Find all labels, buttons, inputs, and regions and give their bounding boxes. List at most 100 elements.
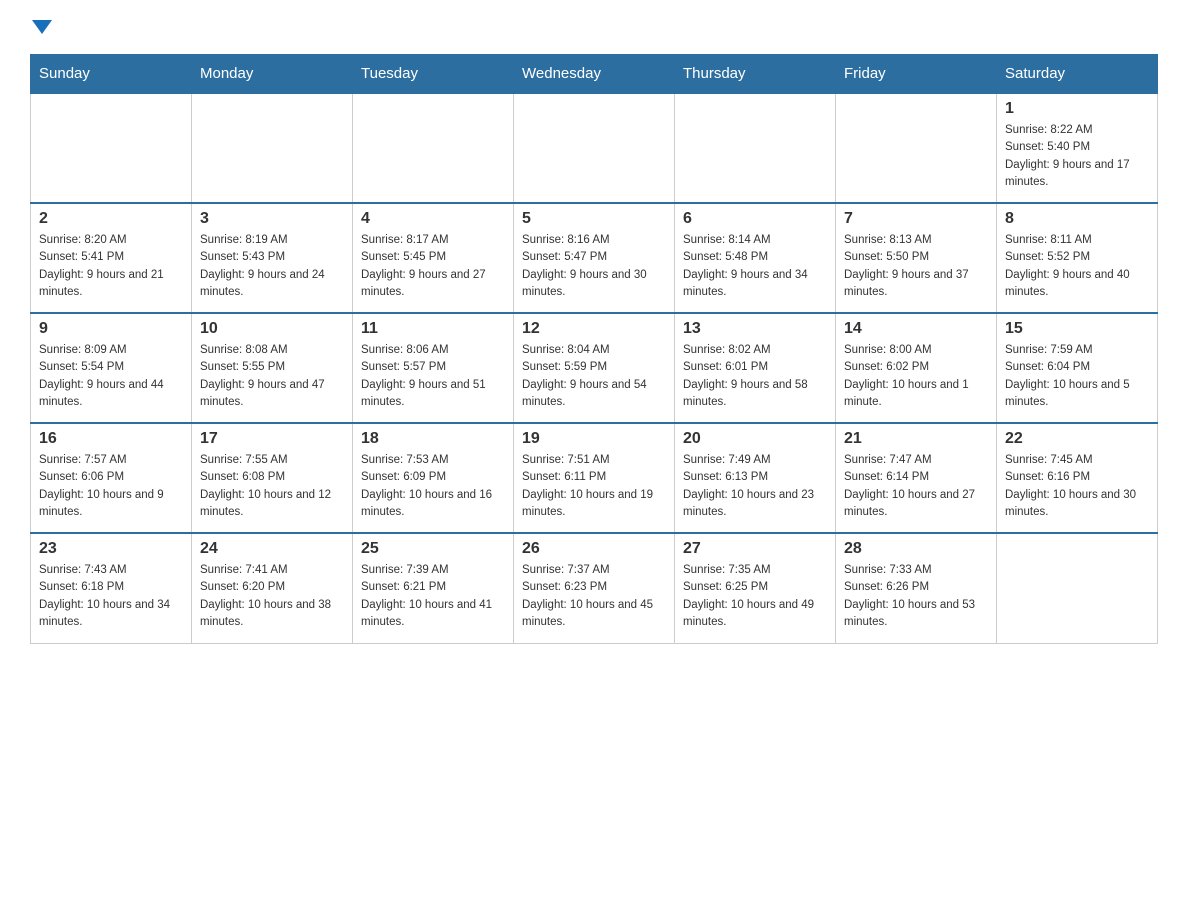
calendar-cell: 15 Sunrise: 7:59 AM Sunset: 6:04 PM Dayli…	[997, 313, 1158, 423]
day-number: 21	[844, 430, 988, 448]
day-info: Sunrise: 7:51 AM Sunset: 6:11 PM Dayligh…	[522, 452, 666, 521]
calendar-cell: 25 Sunrise: 7:39 AM Sunset: 6:21 PM Dayli…	[353, 533, 514, 643]
day-info: Sunrise: 8:08 AM Sunset: 5:55 PM Dayligh…	[200, 342, 344, 411]
day-number: 27	[683, 540, 827, 558]
day-info: Sunrise: 7:59 AM Sunset: 6:04 PM Dayligh…	[1005, 342, 1149, 411]
day-info: Sunrise: 7:35 AM Sunset: 6:25 PM Dayligh…	[683, 562, 827, 631]
day-info: Sunrise: 7:39 AM Sunset: 6:21 PM Dayligh…	[361, 562, 505, 631]
calendar-cell: 5 Sunrise: 8:16 AM Sunset: 5:47 PM Daylig…	[514, 203, 675, 313]
calendar-week-1: 1 Sunrise: 8:22 AM Sunset: 5:40 PM Daylig…	[31, 93, 1158, 203]
day-number: 11	[361, 320, 505, 338]
calendar-cell: 2 Sunrise: 8:20 AM Sunset: 5:41 PM Daylig…	[31, 203, 192, 313]
calendar-cell: 4Sunrise: 8:17 AM Sunset: 5:45 PM Daylig…	[353, 203, 514, 313]
day-info: Sunrise: 8:19 AM Sunset: 5:43 PM Dayligh…	[200, 232, 344, 301]
day-info: Sunrise: 8:17 AM Sunset: 5:45 PM Dayligh…	[361, 232, 505, 301]
day-info: Sunrise: 8:14 AM Sunset: 5:48 PM Dayligh…	[683, 232, 827, 301]
weekday-header-thursday: Thursday	[675, 55, 836, 94]
day-number: 6	[683, 210, 827, 228]
calendar-cell: 27 Sunrise: 7:35 AM Sunset: 6:25 PM Dayli…	[675, 533, 836, 643]
day-info: Sunrise: 7:33 AM Sunset: 6:26 PM Dayligh…	[844, 562, 988, 631]
calendar-cell: 14 Sunrise: 8:00 AM Sunset: 6:02 PM Dayli…	[836, 313, 997, 423]
calendar-cell: 6 Sunrise: 8:14 AM Sunset: 5:48 PM Daylig…	[675, 203, 836, 313]
day-info: Sunrise: 8:00 AM Sunset: 6:02 PM Dayligh…	[844, 342, 988, 411]
day-number: 24	[200, 540, 344, 558]
calendar-cell	[31, 93, 192, 203]
calendar-cell	[514, 93, 675, 203]
day-info: Sunrise: 8:16 AM Sunset: 5:47 PM Dayligh…	[522, 232, 666, 301]
day-number: 28	[844, 540, 988, 558]
day-number: 25	[361, 540, 505, 558]
calendar-cell	[997, 533, 1158, 643]
calendar-cell: 19Sunrise: 7:51 AM Sunset: 6:11 PM Dayli…	[514, 423, 675, 533]
day-number: 18	[361, 430, 505, 448]
calendar-cell: 20 Sunrise: 7:49 AM Sunset: 6:13 PM Dayli…	[675, 423, 836, 533]
calendar-cell: 1 Sunrise: 8:22 AM Sunset: 5:40 PM Daylig…	[997, 93, 1158, 203]
calendar-cell: 7 Sunrise: 8:13 AM Sunset: 5:50 PM Daylig…	[836, 203, 997, 313]
day-number: 15	[1005, 320, 1149, 338]
day-number: 26	[522, 540, 666, 558]
calendar-cell	[836, 93, 997, 203]
day-info: Sunrise: 7:55 AM Sunset: 6:08 PM Dayligh…	[200, 452, 344, 521]
day-info: Sunrise: 8:13 AM Sunset: 5:50 PM Dayligh…	[844, 232, 988, 301]
day-info: Sunrise: 8:22 AM Sunset: 5:40 PM Dayligh…	[1005, 122, 1149, 191]
logo	[30, 20, 52, 34]
calendar-cell: 12Sunrise: 8:04 AM Sunset: 5:59 PM Dayli…	[514, 313, 675, 423]
calendar-cell: 9Sunrise: 8:09 AM Sunset: 5:54 PM Daylig…	[31, 313, 192, 423]
weekday-header-sunday: Sunday	[31, 55, 192, 94]
calendar-cell: 18 Sunrise: 7:53 AM Sunset: 6:09 PM Dayli…	[353, 423, 514, 533]
calendar-week-2: 2 Sunrise: 8:20 AM Sunset: 5:41 PM Daylig…	[31, 203, 1158, 313]
day-info: Sunrise: 8:04 AM Sunset: 5:59 PM Dayligh…	[522, 342, 666, 411]
day-info: Sunrise: 7:37 AM Sunset: 6:23 PM Dayligh…	[522, 562, 666, 631]
day-info: Sunrise: 7:45 AM Sunset: 6:16 PM Dayligh…	[1005, 452, 1149, 521]
calendar-week-4: 16 Sunrise: 7:57 AM Sunset: 6:06 PM Dayli…	[31, 423, 1158, 533]
day-number: 13	[683, 320, 827, 338]
weekday-header-friday: Friday	[836, 55, 997, 94]
calendar-week-5: 23Sunrise: 7:43 AM Sunset: 6:18 PM Dayli…	[31, 533, 1158, 643]
calendar-week-3: 9Sunrise: 8:09 AM Sunset: 5:54 PM Daylig…	[31, 313, 1158, 423]
day-number: 10	[200, 320, 344, 338]
calendar-cell: 22 Sunrise: 7:45 AM Sunset: 6:16 PM Dayli…	[997, 423, 1158, 533]
day-number: 7	[844, 210, 988, 228]
day-info: Sunrise: 7:49 AM Sunset: 6:13 PM Dayligh…	[683, 452, 827, 521]
calendar-cell: 13 Sunrise: 8:02 AM Sunset: 6:01 PM Dayli…	[675, 313, 836, 423]
day-number: 5	[522, 210, 666, 228]
calendar-cell: 8 Sunrise: 8:11 AM Sunset: 5:52 PM Daylig…	[997, 203, 1158, 313]
day-number: 2	[39, 210, 183, 228]
day-info: Sunrise: 8:11 AM Sunset: 5:52 PM Dayligh…	[1005, 232, 1149, 301]
day-info: Sunrise: 7:41 AM Sunset: 6:20 PM Dayligh…	[200, 562, 344, 631]
day-info: Sunrise: 7:47 AM Sunset: 6:14 PM Dayligh…	[844, 452, 988, 521]
calendar-cell: 10 Sunrise: 8:08 AM Sunset: 5:55 PM Dayli…	[192, 313, 353, 423]
weekday-header-saturday: Saturday	[997, 55, 1158, 94]
day-number: 14	[844, 320, 988, 338]
calendar-cell: 28 Sunrise: 7:33 AM Sunset: 6:26 PM Dayli…	[836, 533, 997, 643]
calendar-cell: 17 Sunrise: 7:55 AM Sunset: 6:08 PM Dayli…	[192, 423, 353, 533]
calendar-cell: 21 Sunrise: 7:47 AM Sunset: 6:14 PM Dayli…	[836, 423, 997, 533]
calendar-cell: 26 Sunrise: 7:37 AM Sunset: 6:23 PM Dayli…	[514, 533, 675, 643]
day-info: Sunrise: 7:43 AM Sunset: 6:18 PM Dayligh…	[39, 562, 183, 631]
calendar-header-row: SundayMondayTuesdayWednesdayThursdayFrid…	[31, 55, 1158, 94]
day-info: Sunrise: 7:57 AM Sunset: 6:06 PM Dayligh…	[39, 452, 183, 521]
calendar-table: SundayMondayTuesdayWednesdayThursdayFrid…	[30, 54, 1158, 644]
logo-triangle-icon	[32, 20, 52, 34]
day-number: 8	[1005, 210, 1149, 228]
calendar-cell: 11 Sunrise: 8:06 AM Sunset: 5:57 PM Dayli…	[353, 313, 514, 423]
calendar-cell	[353, 93, 514, 203]
day-number: 17	[200, 430, 344, 448]
day-number: 3	[200, 210, 344, 228]
day-number: 20	[683, 430, 827, 448]
calendar-cell	[675, 93, 836, 203]
calendar-cell: 3 Sunrise: 8:19 AM Sunset: 5:43 PM Daylig…	[192, 203, 353, 313]
day-number: 22	[1005, 430, 1149, 448]
calendar-cell: 16 Sunrise: 7:57 AM Sunset: 6:06 PM Dayli…	[31, 423, 192, 533]
day-number: 16	[39, 430, 183, 448]
calendar-cell	[192, 93, 353, 203]
calendar-cell: 23Sunrise: 7:43 AM Sunset: 6:18 PM Dayli…	[31, 533, 192, 643]
weekday-header-monday: Monday	[192, 55, 353, 94]
day-info: Sunrise: 8:06 AM Sunset: 5:57 PM Dayligh…	[361, 342, 505, 411]
weekday-header-wednesday: Wednesday	[514, 55, 675, 94]
day-number: 1	[1005, 100, 1149, 118]
day-number: 9	[39, 320, 183, 338]
day-info: Sunrise: 7:53 AM Sunset: 6:09 PM Dayligh…	[361, 452, 505, 521]
day-info: Sunrise: 8:02 AM Sunset: 6:01 PM Dayligh…	[683, 342, 827, 411]
day-info: Sunrise: 8:20 AM Sunset: 5:41 PM Dayligh…	[39, 232, 183, 301]
